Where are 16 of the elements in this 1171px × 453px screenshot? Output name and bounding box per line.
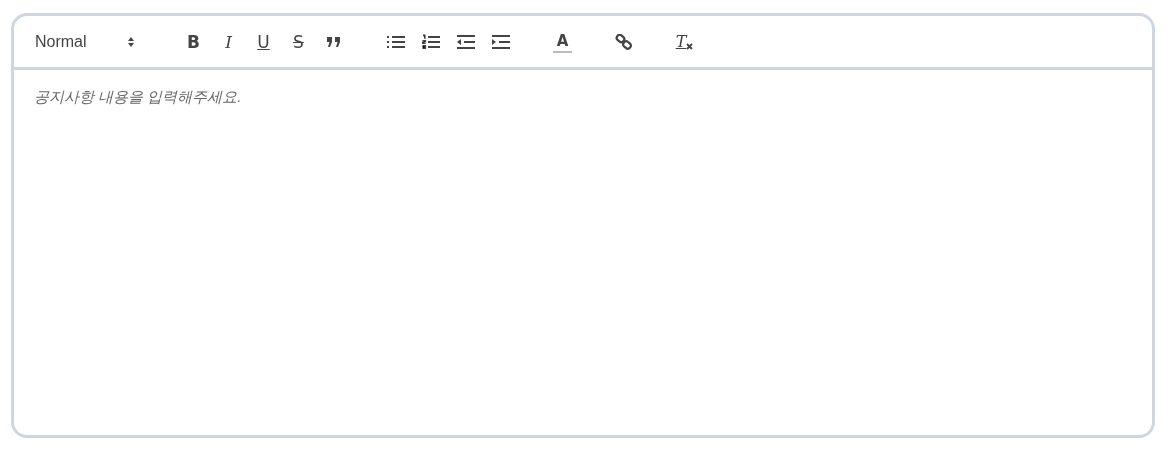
- bullet-list-icon: [386, 34, 405, 49]
- bold-button[interactable]: B: [176, 27, 211, 56]
- up-down-caret-icon: [127, 35, 135, 48]
- text-color-button[interactable]: A: [545, 27, 580, 56]
- clear-format-button[interactable]: T: [667, 27, 702, 56]
- link-icon: [614, 33, 633, 50]
- format-dropdown[interactable]: Normal: [35, 27, 141, 56]
- italic-button[interactable]: I: [211, 27, 246, 56]
- close-icon: [686, 42, 694, 50]
- quote-icon: [325, 35, 342, 48]
- outdent-icon: [456, 34, 475, 49]
- indent-icon: [491, 34, 510, 49]
- strikethrough-button[interactable]: S: [281, 27, 316, 56]
- underline-button[interactable]: U: [246, 27, 281, 56]
- numbered-list-icon: [421, 33, 440, 50]
- content-placeholder[interactable]: 공지사항 내용을 입력해주세요.: [34, 88, 1132, 107]
